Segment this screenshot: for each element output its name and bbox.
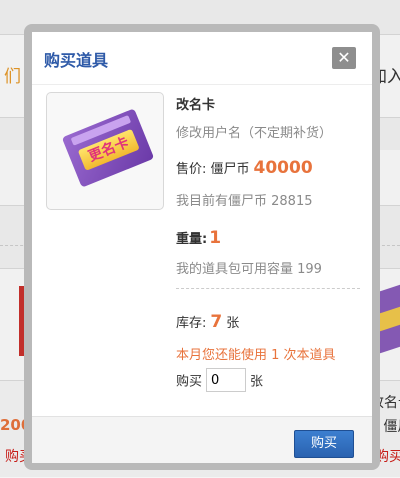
weight-row: 重量: 1 xyxy=(176,228,221,248)
price-label: 售价: 僵尸币 xyxy=(176,162,250,177)
modal-frame: 购买道具 ✕ 更名卡 改名卡 修改用户名（不定期补货） 售价: 僵尸币 40000… xyxy=(24,24,380,470)
purchase-dialog: 购买道具 ✕ 更名卡 改名卡 修改用户名（不定期补货） 售价: 僵尸币 40000… xyxy=(32,32,372,463)
item-name: 改名卡 xyxy=(176,98,216,113)
price-row: 售价: 僵尸币 40000 xyxy=(176,158,313,178)
price-value: 40000 xyxy=(253,158,313,178)
buy-button[interactable]: 购买 xyxy=(294,430,354,458)
balance-text: 我目前有僵尸币 28815 xyxy=(176,194,313,209)
quantity-input[interactable] xyxy=(206,368,247,392)
quantity-row: 购买 张 xyxy=(176,368,264,394)
stock-unit: 张 xyxy=(226,316,240,331)
usage-limit-text: 本月您还能使用 1 次本道具 xyxy=(176,348,336,363)
stock-row: 库存: 7 张 xyxy=(176,312,239,332)
dialog-footer: 购买 xyxy=(32,416,372,463)
dialog-title: 购买道具 xyxy=(44,51,109,70)
close-button[interactable]: ✕ xyxy=(332,47,356,69)
item-description: 修改用户名（不定期补货） xyxy=(176,126,333,141)
weight-label: 重量: xyxy=(176,232,208,247)
item-image: 更名卡 xyxy=(46,92,164,210)
close-icon: ✕ xyxy=(337,48,351,67)
stock-label: 库存: xyxy=(176,316,207,331)
dialog-header: 购买道具 ✕ xyxy=(32,32,372,85)
quantity-label: 购买 xyxy=(176,374,203,390)
dashed-divider xyxy=(176,288,360,289)
stock-value: 7 xyxy=(210,312,223,332)
quantity-unit: 张 xyxy=(250,374,264,390)
weight-value: 1 xyxy=(209,228,222,248)
rename-card-icon: 更名卡 xyxy=(61,108,155,188)
capacity-text: 我的道具包可用容量 199 xyxy=(176,262,322,277)
